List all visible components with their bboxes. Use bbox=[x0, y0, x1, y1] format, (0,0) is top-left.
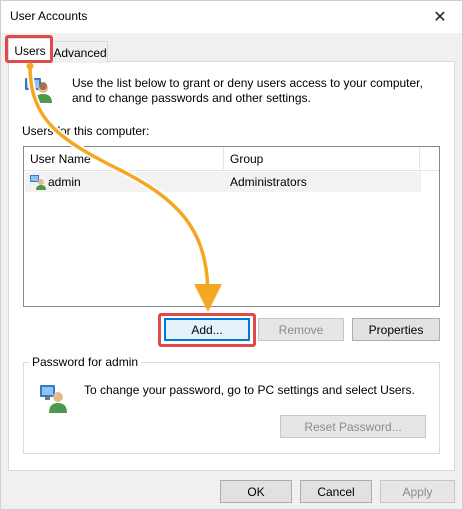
properties-button[interactable]: Properties bbox=[352, 318, 440, 341]
intro-text: Use the list below to grant or deny user… bbox=[72, 76, 423, 105]
close-icon: ✕ bbox=[433, 9, 447, 26]
password-groupbox bbox=[23, 362, 440, 454]
password-instructions: To change your password, go to PC settin… bbox=[84, 383, 415, 397]
window-title: User Accounts bbox=[10, 9, 88, 23]
table-row[interactable]: admin Administrators bbox=[25, 172, 421, 192]
admin-user-icon bbox=[40, 385, 67, 413]
column-header-group[interactable]: Group bbox=[224, 147, 420, 171]
title-bar: User Accounts ✕ bbox=[1, 1, 462, 33]
users-icon bbox=[25, 78, 52, 103]
close-button[interactable]: ✕ bbox=[418, 1, 462, 33]
cancel-button[interactable]: Cancel bbox=[300, 480, 372, 503]
column-header-user-name[interactable]: User Name bbox=[24, 147, 224, 171]
ok-button[interactable]: OK bbox=[220, 480, 292, 503]
apply-button[interactable]: Apply bbox=[380, 480, 455, 503]
remove-button[interactable]: Remove bbox=[258, 318, 344, 341]
tab-advanced[interactable]: Advanced bbox=[52, 41, 108, 63]
reset-password-button[interactable]: Reset Password... bbox=[280, 415, 426, 438]
users-list-label: Users for this computer: bbox=[22, 124, 150, 138]
tab-advanced-label: Advanced bbox=[53, 45, 107, 60]
users-list[interactable]: User Name Group admin Administrators bbox=[23, 146, 440, 307]
tab-users[interactable]: Users bbox=[8, 38, 52, 62]
cell-group: Administrators bbox=[230, 175, 307, 189]
add-user-button[interactable]: Add... bbox=[164, 318, 250, 341]
cell-user-name: admin bbox=[48, 175, 81, 189]
user-icon bbox=[30, 175, 46, 190]
tab-users-label: Users bbox=[14, 43, 46, 58]
password-groupbox-title: Password for admin bbox=[29, 355, 142, 369]
users-list-header: User Name Group bbox=[24, 147, 439, 171]
